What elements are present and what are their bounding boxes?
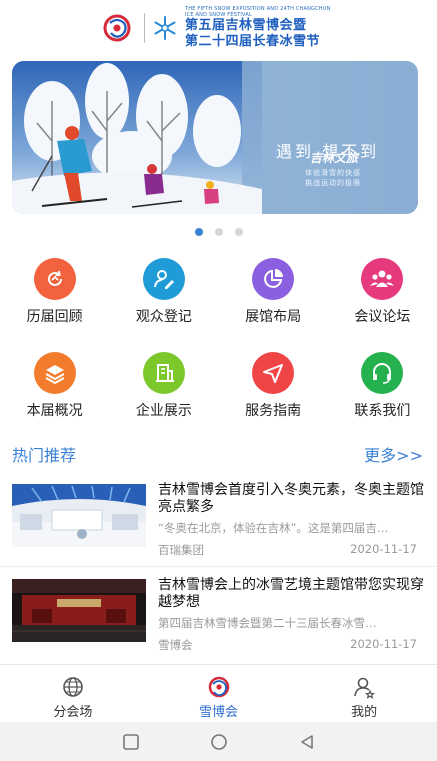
headset-icon <box>361 352 404 394</box>
grid-item-forum[interactable]: 会议论坛 <box>328 258 437 326</box>
header-title-block: THE FIFTH SNOW EXPOSITION AND 24TH CHANG… <box>185 6 335 50</box>
grid-item-layout[interactable]: 展馆布局 <box>219 258 328 326</box>
carousel-indicator <box>0 228 437 236</box>
banner-subtitle-2: 挑战运动的极限 <box>305 179 361 187</box>
banner-subtitle-1: 体验滑雪的快感 <box>305 169 361 177</box>
news-item[interactable]: 吉林雪博会上的冰雪艺境主题馆带您实现穿越梦想 第四届吉林雪博会暨第二十三届长春冰… <box>0 573 437 661</box>
tab-branch-venue[interactable]: 分会场 <box>0 665 146 722</box>
grid-item-label: 会议论坛 <box>354 309 411 325</box>
tab-label: 雪博会 <box>199 705 239 720</box>
home-icon[interactable] <box>210 733 228 751</box>
globe-icon <box>63 677 83 697</box>
news-source: 百瑞集团 <box>158 543 204 557</box>
grid-item-label: 联系我们 <box>354 403 411 419</box>
app-header: THE FIFTH SNOW EXPOSITION AND 24TH CHANG… <box>0 0 437 56</box>
news-description: “冬奥在北京，体验在吉林”。这是第四届吉… <box>158 521 389 535</box>
grid-item-label: 观众登记 <box>135 309 192 325</box>
grid-item-overview[interactable]: 本届概况 <box>0 352 109 420</box>
bottom-tab-bar: 分会场 雪博会 我的 <box>0 664 437 722</box>
news-description: 第四届吉林雪博会暨第二十三届长春冰雪… <box>158 616 377 630</box>
layers-icon <box>33 352 76 394</box>
logo-divider <box>144 13 145 43</box>
header-title-line2: 第二十四届长春冰雪节 <box>185 34 321 49</box>
snowflake-icon <box>151 14 179 42</box>
pie-chart-icon <box>252 258 295 300</box>
recent-apps-icon[interactable] <box>122 733 140 751</box>
grid-item-label: 服务指南 <box>245 403 302 419</box>
expo-logo-icon <box>208 676 229 698</box>
carousel-dot[interactable] <box>234 228 243 236</box>
header-english-title: THE FIFTH SNOW EXPOSITION AND 24TH CHANG… <box>185 6 331 18</box>
news-date: 2020-11-17 <box>350 637 417 651</box>
banner-slogan: 遇到 想不到 <box>276 142 380 161</box>
header-title-line1: 第五届吉林雪博会暨 <box>185 18 307 33</box>
feature-grid-row-1: 历届回顾 观众登记 展馆布局 会议论坛 <box>0 258 437 326</box>
back-icon[interactable] <box>298 733 316 751</box>
carousel-dot[interactable] <box>214 228 223 236</box>
more-link[interactable]: 更多>> <box>364 442 423 466</box>
tab-snow-expo[interactable]: 雪博会 <box>146 665 292 722</box>
carousel-dot[interactable] <box>194 228 203 236</box>
news-date: 2020-11-17 <box>350 542 417 556</box>
news-thumbnail <box>12 579 146 642</box>
grid-item-history[interactable]: 历届回顾 <box>0 258 109 326</box>
news-item[interactable]: 吉林雪博会首度引入冬奥元素，冬奥主题馆亮点繁多 “冬奥在北京，体验在吉林”。这是… <box>0 478 437 566</box>
group-icon <box>361 258 404 300</box>
news-title: 吉林雪博会首度引入冬奥元素，冬奥主题馆亮点繁多 <box>158 482 424 515</box>
news-source: 雪博会 <box>158 638 193 652</box>
grid-item-registration[interactable]: 观众登记 <box>109 258 218 326</box>
grid-item-service-guide[interactable]: 服务指南 <box>219 352 328 420</box>
tab-label: 我的 <box>351 705 378 720</box>
grid-item-label: 本届概况 <box>26 403 83 419</box>
news-title: 吉林雪博会上的冰雪艺境主题馆带您实现穿越梦想 <box>158 577 424 610</box>
feature-grid-row-2: 本届概况 企业展示 服务指南 联系我们 <box>0 352 437 420</box>
news-thumbnail <box>12 484 146 547</box>
section-title: 热门推荐 <box>12 446 77 465</box>
history-icon <box>33 258 76 300</box>
profile-icon <box>354 677 376 699</box>
expo-logo-icon <box>102 13 132 43</box>
user-edit-icon <box>142 258 185 300</box>
grid-item-label: 历届回顾 <box>26 309 83 325</box>
building-icon <box>142 352 185 394</box>
grid-item-label: 展馆布局 <box>245 309 302 325</box>
grid-item-enterprise[interactable]: 企业展示 <box>109 352 218 420</box>
list-divider <box>0 566 437 567</box>
tab-label: 分会场 <box>53 705 93 720</box>
grid-item-contact[interactable]: 联系我们 <box>328 352 437 420</box>
grid-item-label: 企业展示 <box>135 403 192 419</box>
system-nav-bar <box>0 722 437 761</box>
tab-profile[interactable]: 我的 <box>291 665 437 722</box>
navigation-icon <box>252 352 295 394</box>
